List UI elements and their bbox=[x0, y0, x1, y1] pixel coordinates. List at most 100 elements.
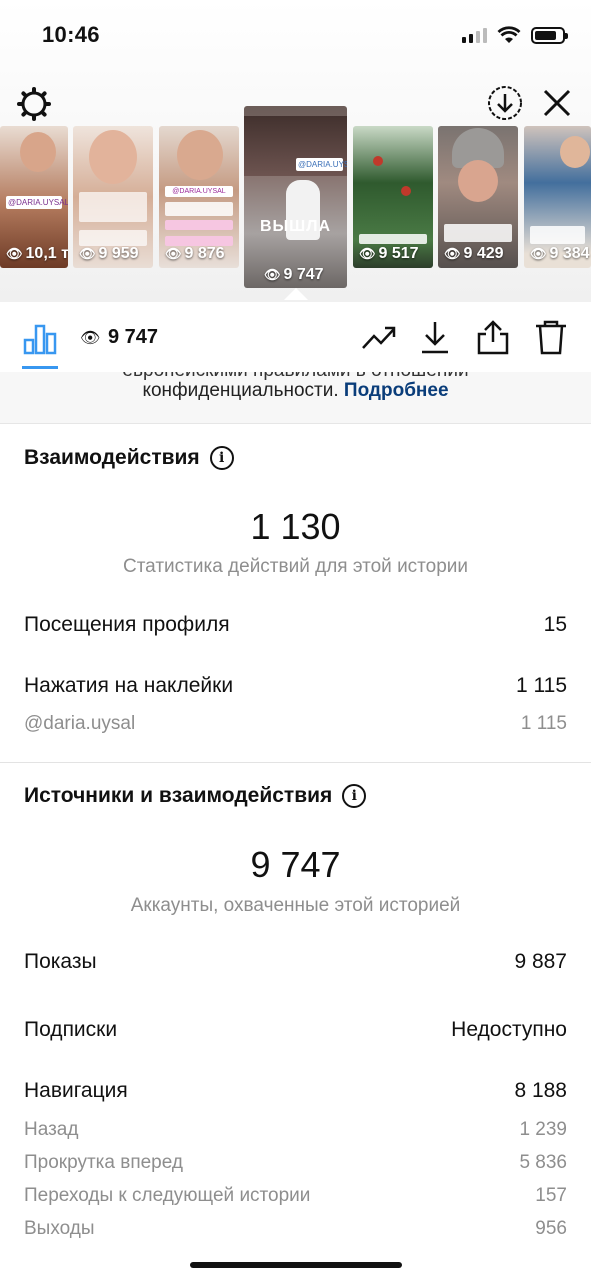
story-thumbnail[interactable]: 👁 9 517 bbox=[353, 126, 433, 268]
stat-row-impressions: Показы 9 887 bbox=[24, 950, 567, 974]
section-divider bbox=[0, 762, 591, 763]
stat-label: Посещения профиля bbox=[24, 613, 230, 636]
stat-value: Недоступно bbox=[451, 1018, 567, 1041]
nav-row-forward: Прокрутка вперед 5 836 bbox=[24, 1152, 567, 1174]
insights-toolbar: 👁 9 747 bbox=[0, 302, 591, 372]
stat-label: Выходы bbox=[24, 1218, 95, 1239]
stat-value: 9 887 bbox=[514, 950, 567, 973]
story-views: 👁10,1 тыс bbox=[6, 245, 68, 262]
discovery-title: Источники и взаимодействия i bbox=[24, 784, 367, 808]
reach-caption: Аккаунты, охваченные этой историей bbox=[130, 895, 461, 916]
home-indicator[interactable] bbox=[190, 1262, 402, 1268]
story-label bbox=[444, 224, 512, 242]
discovery-title-text: Источники и взаимодействия bbox=[24, 784, 333, 807]
privacy-notice: европейскими правилами в отношении конфи… bbox=[0, 372, 591, 424]
stat-label: Прокрутка вперед bbox=[24, 1152, 183, 1173]
stat-value: 5 836 bbox=[519, 1152, 567, 1173]
story-label: @DARIA.UYSAL bbox=[6, 196, 68, 209]
story-thumbnail[interactable]: @DARIA.UYSAL 👁 9 876 bbox=[159, 126, 239, 268]
story-header: 10:46 @DARIA.UYSAL 👁 10,1 т 👁 9 959 @DAR… bbox=[0, 0, 591, 302]
story-label bbox=[530, 226, 585, 244]
nav-row-exits: Выходы 956 bbox=[24, 1218, 567, 1240]
view-count: 9 747 bbox=[108, 326, 159, 348]
story-views: 👁 9 959 bbox=[79, 245, 139, 262]
selected-story-pointer bbox=[284, 288, 308, 300]
story-label: @DARIA.UYSAL bbox=[165, 186, 233, 197]
eye-icon: 👁 bbox=[530, 246, 547, 261]
stat-label: Показы bbox=[24, 950, 97, 973]
story-views: 👁 9 876 bbox=[165, 245, 225, 262]
stat-value: 1 239 bbox=[519, 1119, 567, 1140]
eye-icon: 👁 bbox=[359, 246, 376, 261]
story-label bbox=[165, 202, 233, 216]
story-thumbnail[interactable]: 👁 9 384 bbox=[524, 126, 591, 268]
nav-row-back: Назад 1 239 bbox=[24, 1119, 567, 1141]
interactions-caption: Статистика действий для этой истории bbox=[122, 556, 469, 577]
stat-subrow-mention: @daria.uysal 1 115 bbox=[24, 713, 567, 735]
story-thumbnail[interactable]: 👁 9 429 bbox=[438, 126, 518, 268]
stat-label: Подписки bbox=[24, 1018, 118, 1041]
download-icon[interactable] bbox=[416, 318, 454, 356]
story-face bbox=[560, 136, 590, 168]
stat-row-follows: Подписки Недоступно bbox=[24, 1018, 567, 1042]
trash-icon[interactable] bbox=[532, 318, 570, 356]
story-face bbox=[20, 132, 56, 172]
eye-icon: 👁 bbox=[6, 246, 23, 261]
story-ornament bbox=[401, 186, 411, 196]
learn-more-link[interactable]: Подробнее bbox=[344, 380, 449, 401]
story-caption: ВЫШЛА bbox=[259, 218, 332, 235]
stat-value: 157 bbox=[535, 1185, 567, 1206]
story-views: 👁 9 429 bbox=[444, 245, 504, 262]
story-thumbnail[interactable]: @DARIA.UYSAL 👁10,1 тыс bbox=[0, 126, 68, 268]
story-label bbox=[359, 234, 427, 244]
eye-icon: 👁 bbox=[79, 246, 96, 261]
stat-label: Нажатия на наклейки bbox=[24, 674, 234, 697]
stat-value: 8 188 bbox=[514, 1079, 567, 1102]
stat-label: Назад bbox=[24, 1119, 79, 1140]
interactions-title: Взаимодействия i bbox=[24, 446, 234, 470]
story-label bbox=[79, 230, 147, 246]
eye-icon: 👁 bbox=[264, 267, 281, 282]
story-face bbox=[177, 130, 223, 180]
status-bar: 10:46 bbox=[0, 0, 591, 70]
interactions-total: 1 130 bbox=[250, 506, 341, 547]
insights-chart-icon[interactable] bbox=[22, 320, 58, 356]
info-icon[interactable]: i bbox=[342, 784, 367, 808]
story-tag: @DARIA.UYSAL bbox=[296, 158, 347, 171]
status-time: 10:46 bbox=[42, 22, 100, 47]
story-label bbox=[165, 220, 233, 230]
cellular-signal-icon bbox=[462, 27, 487, 43]
stat-value: 15 bbox=[543, 613, 567, 636]
info-icon[interactable]: i bbox=[209, 446, 234, 470]
interactions-title-text: Взаимодействия bbox=[24, 446, 200, 469]
eye-icon: 👁 bbox=[80, 330, 101, 347]
notice-body: конфиденциальности. bbox=[142, 380, 339, 401]
notice-text: конфиденциальности. Подробнее bbox=[0, 380, 591, 402]
story-thumbnail[interactable]: 👁 9 959 bbox=[73, 126, 153, 268]
eye-icon: 👁 bbox=[165, 246, 182, 261]
story-thumbnail-selected[interactable]: @DARIA.UYSAL ВЫШЛА 👁9 747 bbox=[244, 106, 347, 288]
stat-value: 956 bbox=[535, 1218, 567, 1239]
story-views: 👁 9 747 bbox=[264, 266, 324, 283]
stat-label: Переходы к следующей истории bbox=[24, 1185, 311, 1206]
stat-value: 1 115 bbox=[516, 674, 567, 697]
eye-icon: 👁 bbox=[444, 246, 461, 261]
story-face bbox=[89, 130, 137, 184]
stat-row-sticker-taps: Нажатия на наклейки 1 115 bbox=[24, 674, 567, 698]
reach-total: 9 747 bbox=[250, 844, 341, 885]
story-strip: @DARIA.UYSAL 👁10,1 тыс 👁9 959 @DARIA.UYS… bbox=[0, 104, 591, 294]
trending-arrow-icon[interactable] bbox=[360, 318, 398, 356]
stat-value: 1 115 bbox=[520, 713, 567, 734]
wifi-icon bbox=[497, 26, 521, 43]
story-face bbox=[458, 160, 498, 202]
story-views: 👁 9 517 bbox=[359, 245, 419, 262]
status-icons bbox=[462, 26, 568, 44]
battery-icon bbox=[531, 26, 568, 44]
nav-row-next-story: Переходы к следующей истории 157 bbox=[24, 1185, 567, 1207]
stat-row-profile-visits: Посещения профиля 15 bbox=[24, 613, 567, 637]
stat-label: Навигация bbox=[24, 1079, 128, 1102]
stat-label: @daria.uysal bbox=[24, 713, 136, 734]
story-views: 👁 9 384 bbox=[530, 245, 590, 262]
active-tab-indicator bbox=[22, 366, 58, 369]
share-icon[interactable] bbox=[474, 318, 512, 356]
